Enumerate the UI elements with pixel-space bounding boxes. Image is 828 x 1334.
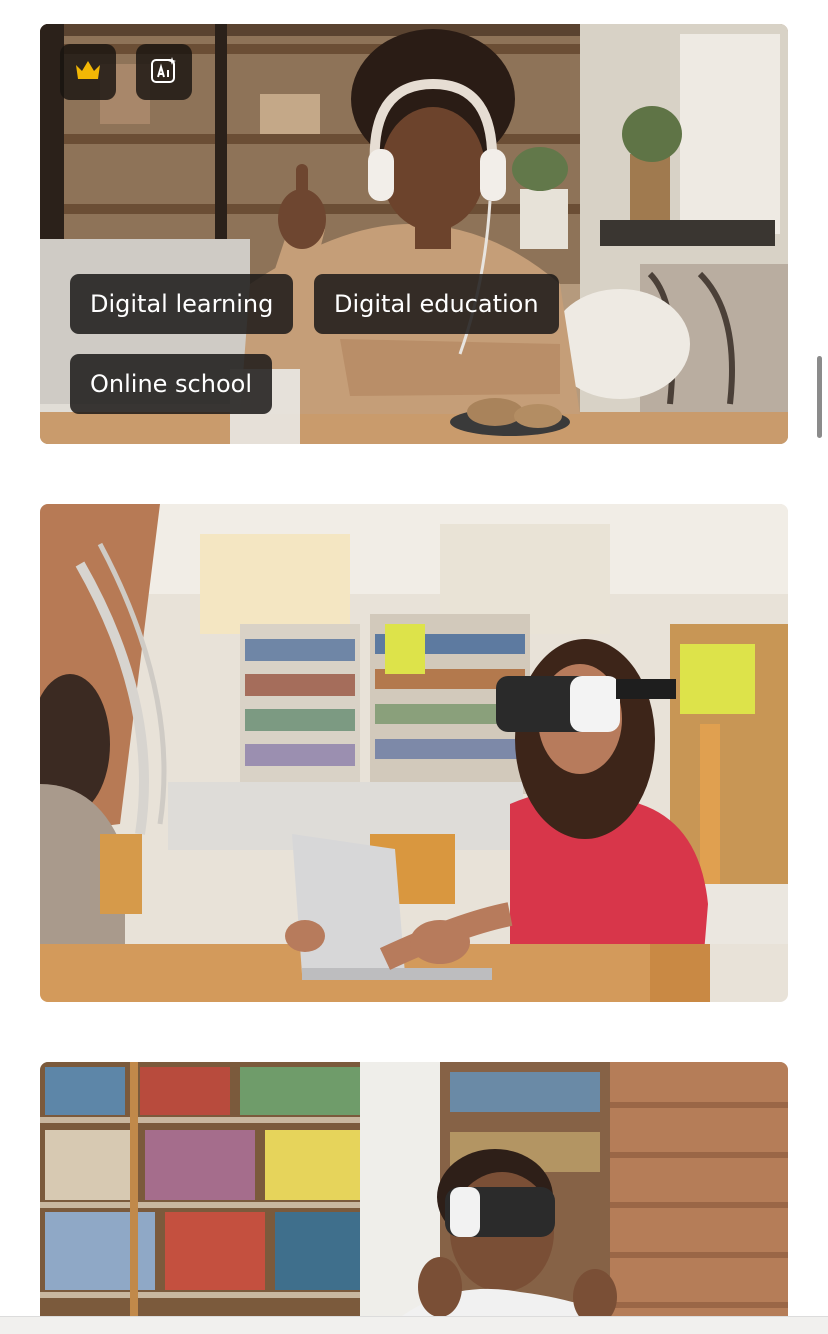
scrollbar-thumb[interactable]: [817, 356, 822, 438]
ai-generated-badge[interactable]: [136, 44, 192, 100]
tag-digital-education[interactable]: Digital education: [314, 274, 559, 334]
bottom-toolbar-edge: [0, 1316, 828, 1334]
result-card[interactable]: [40, 1062, 788, 1334]
photo-woman-vr-library: [40, 504, 788, 1002]
photo-man-vr-library: [40, 1062, 788, 1334]
premium-badge[interactable]: [60, 44, 116, 100]
result-card[interactable]: Digital learning Digital education Onlin…: [40, 24, 788, 444]
crown-icon: [74, 59, 102, 85]
tag-online-school[interactable]: Online school: [70, 354, 272, 414]
tag-digital-learning[interactable]: Digital learning: [70, 274, 294, 334]
result-card[interactable]: [40, 504, 788, 1002]
ai-sparkle-icon: [150, 56, 178, 88]
